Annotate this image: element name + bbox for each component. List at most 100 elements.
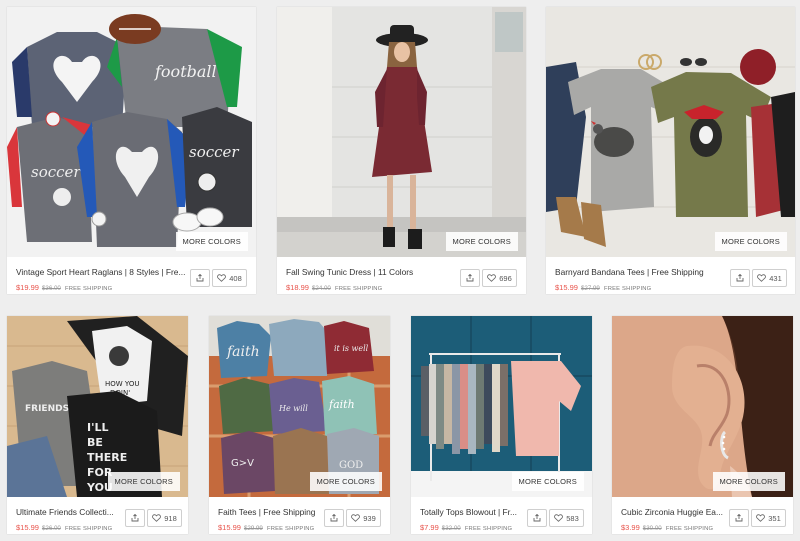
like-button[interactable]: 408 [212, 269, 247, 287]
svg-text:THERE: THERE [87, 451, 127, 464]
sale-price: $19.99 [16, 283, 39, 292]
product-info: Totally Tops Blowout | Fr... $7.99 $32.00… [411, 497, 592, 534]
heart-icon [351, 514, 361, 522]
svg-text:soccer: soccer [31, 163, 81, 181]
product-card[interactable]: HOW YOU DOIN' FRIENDS I'LL BE THERE FOR … [7, 316, 188, 534]
share-button[interactable] [729, 509, 749, 527]
svg-text:FRIENDS: FRIENDS [25, 404, 69, 414]
svg-text:soccer: soccer [189, 143, 239, 161]
svg-text:G>V: G>V [231, 458, 254, 469]
original-price: $30.00 [642, 525, 662, 532]
share-icon [131, 514, 139, 522]
more-colors-button[interactable]: MORE COLORS [445, 232, 518, 251]
heart-icon [756, 514, 766, 522]
heart-icon [757, 274, 767, 282]
share-icon [736, 274, 744, 282]
share-icon [533, 514, 541, 522]
product-image[interactable]: MORE COLORS [546, 7, 795, 257]
sale-price: $15.99 [218, 523, 241, 532]
product-title[interactable]: Vintage Sport Heart Raglans | 8 Styles |… [16, 267, 186, 277]
original-price: $29.99 [243, 525, 263, 532]
svg-text:GOD: GOD [339, 460, 363, 471]
original-price: $36.00 [41, 285, 61, 292]
product-card[interactable]: MORE COLORS Fall Swing Tunic Dress | 11 … [277, 7, 526, 294]
product-image[interactable]: MORE COLORS [612, 316, 793, 497]
original-price: $32.00 [441, 525, 461, 532]
price-row: $15.99 $29.99 FREE SHIPPING [218, 523, 314, 532]
share-button[interactable] [190, 269, 210, 287]
product-card[interactable]: football soccer soccer MORE COLORS Vinta… [7, 7, 256, 294]
product-card[interactable]: faith it is well He will faith G>V GOD M… [209, 316, 390, 534]
price-row: $19.99 $36.00 FREE SHIPPING [16, 283, 112, 292]
original-price: $24.00 [311, 285, 331, 292]
share-button[interactable] [460, 269, 480, 287]
like-count: 351 [768, 513, 781, 523]
shipping-label: FREE SHIPPING [266, 526, 315, 532]
more-colors-button[interactable]: MORE COLORS [107, 472, 180, 491]
product-info: Faith Tees | Free Shipping $15.99 $29.99 … [209, 497, 390, 534]
like-count: 408 [229, 273, 242, 283]
product-title[interactable]: Faith Tees | Free Shipping [218, 507, 326, 517]
product-card[interactable]: MORE COLORS Barnyard Bandana Tees | Free… [546, 7, 795, 294]
like-count: 431 [769, 273, 782, 283]
product-card[interactable]: MORE COLORS Cubic Zirconia Huggie Ea... … [612, 316, 793, 534]
share-icon [466, 274, 474, 282]
heart-icon [554, 514, 564, 522]
heart-icon [152, 514, 162, 522]
product-title[interactable]: Fall Swing Tunic Dress | 11 Colors [286, 267, 456, 277]
svg-text:it is well: it is well [334, 344, 369, 353]
sale-price: $3.99 [621, 523, 640, 532]
product-image[interactable]: MORE COLORS [277, 7, 526, 257]
price-row: $3.99 $30.00 FREE SHIPPING [621, 523, 713, 532]
product-info: Barnyard Bandana Tees | Free Shipping $1… [546, 257, 795, 294]
price-row: $7.99 $32.00 FREE SHIPPING [420, 523, 512, 532]
sale-price: $7.99 [420, 523, 439, 532]
product-info: Fall Swing Tunic Dress | 11 Colors $18.9… [277, 257, 526, 294]
more-colors-button[interactable]: MORE COLORS [714, 232, 787, 251]
price-row: $18.99 $24.00 FREE SHIPPING [286, 283, 382, 292]
like-count: 918 [164, 513, 177, 523]
product-image[interactable]: HOW YOU DOIN' FRIENDS I'LL BE THERE FOR … [7, 316, 188, 497]
original-price: $27.99 [580, 285, 600, 292]
more-colors-button[interactable]: MORE COLORS [175, 232, 248, 251]
product-card[interactable]: MORE COLORS Totally Tops Blowout | Fr...… [411, 316, 592, 534]
like-button[interactable]: 918 [147, 509, 182, 527]
product-image[interactable]: football soccer soccer MORE COLORS [7, 7, 256, 257]
heart-icon [217, 274, 227, 282]
product-title[interactable]: Cubic Zirconia Huggie Ea... [621, 507, 726, 517]
product-title[interactable]: Ultimate Friends Collecti... [16, 507, 121, 517]
svg-text:faith: faith [226, 344, 260, 360]
product-title[interactable]: Barnyard Bandana Tees | Free Shipping [555, 267, 725, 277]
more-colors-button[interactable]: MORE COLORS [712, 472, 785, 491]
svg-text:HOW YOU: HOW YOU [105, 380, 139, 388]
product-image[interactable]: MORE COLORS [411, 316, 592, 497]
share-button[interactable] [527, 509, 547, 527]
share-button[interactable] [730, 269, 750, 287]
shipping-label: FREE SHIPPING [464, 526, 513, 532]
share-button[interactable] [125, 509, 145, 527]
product-title[interactable]: Totally Tops Blowout | Fr... [420, 507, 525, 517]
more-colors-button[interactable]: MORE COLORS [511, 472, 584, 491]
product-info: Cubic Zirconia Huggie Ea... $3.99 $30.00 … [612, 497, 793, 534]
sale-price: $18.99 [286, 283, 309, 292]
product-image[interactable]: faith it is well He will faith G>V GOD M… [209, 316, 390, 497]
like-count: 583 [566, 513, 579, 523]
like-button[interactable]: 583 [549, 509, 584, 527]
shipping-label: FREE SHIPPING [334, 286, 383, 292]
svg-text:I'LL: I'LL [87, 421, 108, 434]
product-info: Ultimate Friends Collecti... $15.99 $26.0… [7, 497, 188, 534]
heart-icon [487, 274, 497, 282]
like-count: 696 [499, 273, 512, 283]
like-button[interactable]: 696 [482, 269, 517, 287]
more-colors-button[interactable]: MORE COLORS [309, 472, 382, 491]
share-button[interactable] [324, 509, 344, 527]
svg-text:football: football [154, 62, 217, 81]
like-button[interactable]: 939 [346, 509, 381, 527]
share-icon [196, 274, 204, 282]
sale-price: $15.99 [16, 523, 39, 532]
like-button[interactable]: 431 [752, 269, 787, 287]
shipping-label: FREE SHIPPING [603, 286, 652, 292]
shipping-label: FREE SHIPPING [64, 286, 113, 292]
shipping-label: FREE SHIPPING [665, 526, 714, 532]
like-button[interactable]: 351 [751, 509, 786, 527]
